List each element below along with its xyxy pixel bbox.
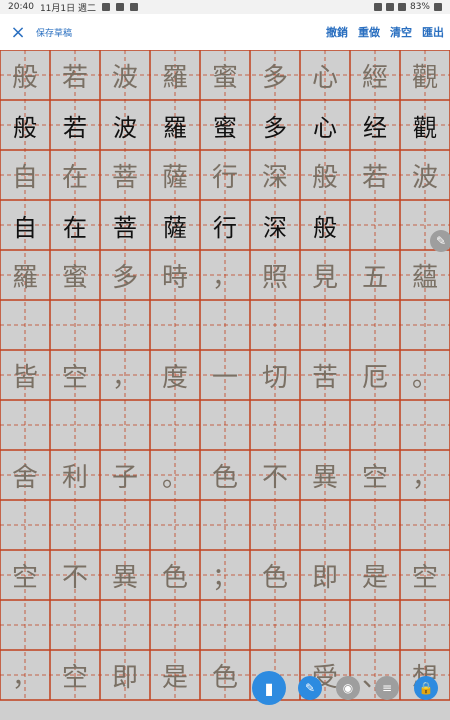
close-icon[interactable]: × bbox=[4, 18, 32, 46]
grid-lines bbox=[0, 50, 450, 701]
status-bar: 20:40 11月1日 週二 83% bbox=[0, 0, 450, 14]
signal-icon bbox=[397, 3, 406, 11]
toolbar-actions: 撤銷 重做 清空 匯出 bbox=[326, 24, 450, 40]
lock-icon[interactable]: 🔒 bbox=[414, 676, 438, 700]
notification-icon bbox=[115, 3, 124, 11]
menu-icon[interactable]: ≡ bbox=[375, 676, 399, 700]
mute-icon bbox=[373, 3, 382, 11]
tools-icon bbox=[129, 3, 138, 11]
save-draft-button[interactable]: 保存草稿 bbox=[36, 26, 72, 39]
pen-icon[interactable]: ✎ bbox=[298, 676, 322, 700]
redo-button[interactable]: 重做 bbox=[358, 24, 380, 40]
pen-settings-handle-icon[interactable]: ✎ bbox=[430, 230, 450, 252]
battery-percent: 83% bbox=[409, 2, 430, 12]
undo-button[interactable]: 撤銷 bbox=[326, 24, 348, 40]
toolbar: × 保存草稿 撤銷 重做 清空 匯出 bbox=[0, 14, 450, 50]
wifi-icon bbox=[385, 3, 394, 11]
status-time: 20:40 bbox=[8, 2, 34, 12]
clear-button[interactable]: 清空 bbox=[390, 24, 412, 40]
export-button[interactable]: 匯出 bbox=[422, 24, 444, 40]
palette-icon[interactable]: ◉ bbox=[336, 676, 360, 700]
eraser-icon[interactable]: ▮ bbox=[252, 671, 286, 705]
gallery-icon bbox=[101, 3, 110, 11]
writing-canvas[interactable]: 般若波羅蜜多心經觀般若波羅蜜多心经觀自在菩薩行深般若波自在菩薩行深般羅蜜多時，照… bbox=[0, 50, 450, 720]
battery-icon bbox=[434, 3, 442, 11]
status-date: 11月1日 週二 bbox=[39, 3, 96, 14]
